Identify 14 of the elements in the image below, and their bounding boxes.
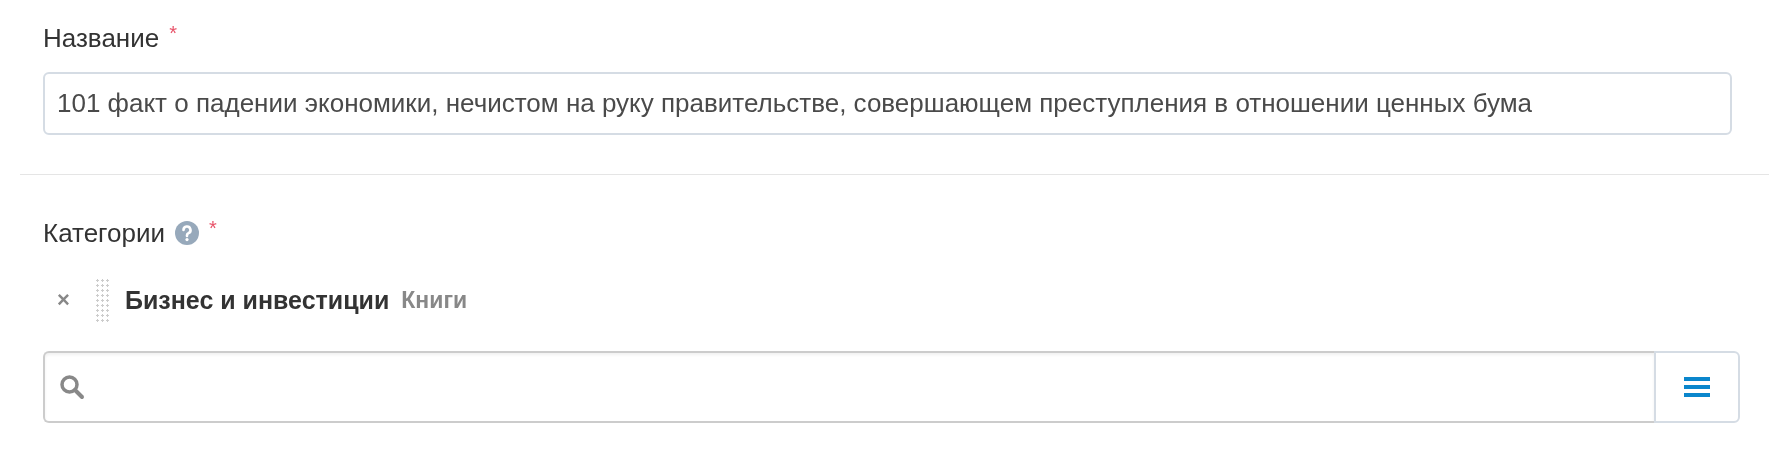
- help-icon[interactable]: [175, 221, 199, 245]
- category-parent: Книги: [401, 286, 468, 314]
- remove-button[interactable]: ×: [57, 287, 87, 313]
- category-name: Бизнес и инвестиции: [125, 285, 390, 315]
- drag-handle-icon[interactable]: [95, 278, 111, 322]
- menu-icon: [1683, 376, 1711, 398]
- field-label: Название: [43, 22, 160, 54]
- required-mark: *: [209, 217, 217, 240]
- field-label: Категории: [43, 217, 165, 249]
- required-mark: *: [169, 22, 177, 45]
- menu-button[interactable]: [1654, 351, 1740, 423]
- search-field[interactable]: [43, 351, 1654, 423]
- title-field[interactable]: 101 факт о падении экономики, нечистом на руку правительстве, совершающем преступления в отношении ценных бума: [43, 72, 1732, 135]
- search-icon: [59, 374, 85, 400]
